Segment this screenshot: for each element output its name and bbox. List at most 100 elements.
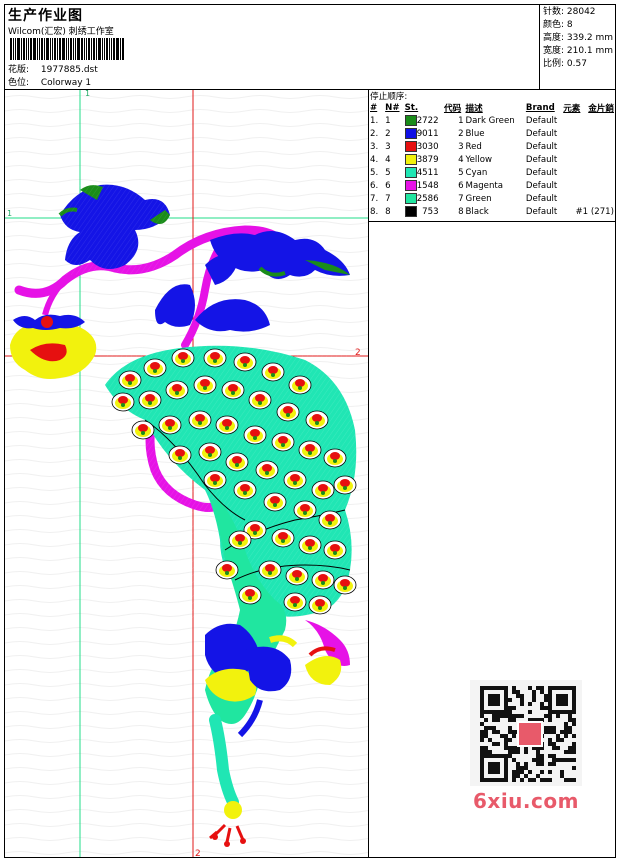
guide-label-v1: 1 <box>85 90 90 98</box>
stitch-count-value: 2586 <box>416 194 439 204</box>
color-row[interactable]: 3. 3 3030 3 Red Default <box>368 140 614 153</box>
color-row[interactable]: 2. 2 9011 2 Blue Default <box>368 127 614 140</box>
color-row[interactable]: 8. 8 753 8 Black Default #1 (271) <box>368 205 614 218</box>
header-info: 生产作业图 Wilcom(汇宏) 刺绣工作室 花版: 1977885.dst 色… <box>4 4 540 89</box>
feather-eye <box>323 540 347 560</box>
color-row[interactable]: 4. 4 3879 4 Yellow Default <box>368 153 614 166</box>
feather-eye <box>215 560 239 580</box>
row-stitches: 9011 <box>403 127 442 140</box>
row-brand: Default <box>525 167 558 178</box>
row-brand: Default <box>525 115 558 126</box>
col-hash: # <box>370 102 378 113</box>
colorway-value: Colorway 1 <box>40 78 92 88</box>
row-index: 5. <box>370 167 379 178</box>
row-element: #1 (271) <box>575 206 614 217</box>
row-brand: Default <box>525 206 558 217</box>
color-row[interactable]: 6. 6 1548 6 Magenta Default <box>368 179 614 192</box>
row-brand: Default <box>525 180 558 191</box>
row-element <box>561 140 614 153</box>
row-needle: 6 <box>385 180 391 191</box>
feather-eye <box>171 348 195 368</box>
feather-eye <box>255 460 279 480</box>
color-swatch <box>404 206 417 217</box>
col-code: 代码 <box>443 103 462 114</box>
feather-eye <box>308 595 332 615</box>
row-description: Red <box>465 141 482 152</box>
row-element <box>561 192 614 205</box>
color-swatch <box>404 193 417 204</box>
row-code: 7 <box>458 193 464 204</box>
col-sequin: 金片銷 <box>588 103 614 114</box>
row-index: 7. <box>370 193 379 204</box>
row-index: 8. <box>370 206 379 217</box>
color-sequence-table: # N# St. 代码 描述 Brand 元素 金片銷 1. 1 2722 1 Dark… <box>368 101 614 218</box>
feather-eye <box>258 560 282 580</box>
feather-eye <box>333 575 357 595</box>
color-row[interactable]: 1. 1 2722 1 Dark Green Default <box>368 114 614 127</box>
feather-eye <box>248 390 272 410</box>
design-height: 高度: 339.2 mm <box>543 33 614 43</box>
row-index: 1. <box>370 115 379 126</box>
barcode <box>10 38 144 60</box>
row-code: 1 <box>458 115 464 126</box>
row-element <box>561 127 614 140</box>
design-stats: 针数: 28042 颜色: 8 高度: 339.2 mm 宽度: 210.1 m… <box>540 4 616 89</box>
row-stitches: 1548 <box>403 179 442 192</box>
row-brand: Default <box>525 141 558 152</box>
col-description: 描述 <box>465 103 483 114</box>
design-file-row: 花版: 1977885.dst <box>8 62 98 75</box>
stitch-count-value: 2722 <box>416 116 439 126</box>
row-description: Green <box>465 193 492 204</box>
design-scale: 比例: 0.57 <box>543 59 587 69</box>
design-file-label: 花版: <box>8 65 30 75</box>
row-code: 8 <box>458 206 464 217</box>
row-description: Dark Green <box>465 115 515 126</box>
report-title: 生产作业图 <box>8 8 83 24</box>
row-element <box>561 114 614 127</box>
color-row[interactable]: 5. 5 4511 5 Cyan Default <box>368 166 614 179</box>
row-stitches: 4511 <box>403 166 442 179</box>
feather-eye <box>138 390 162 410</box>
feather-eye <box>333 475 357 495</box>
feather-eye <box>263 492 287 512</box>
feather-eye <box>215 415 239 435</box>
stitch-count-value: 3030 <box>416 142 439 152</box>
design-width: 宽度: 210.1 mm <box>543 46 614 56</box>
row-brand: Default <box>525 154 558 165</box>
design-preview[interactable]: 1 1 2 2 <box>5 90 369 857</box>
feather-eye <box>276 402 300 422</box>
row-element <box>561 153 614 166</box>
feather-eye <box>323 448 347 468</box>
row-element <box>561 179 614 192</box>
feather-eye <box>288 375 312 395</box>
feather-eye <box>228 530 252 550</box>
feather-eye <box>271 528 295 548</box>
colorway-label: 色位: <box>8 78 30 88</box>
row-code: 2 <box>458 128 464 139</box>
row-index: 4. <box>370 154 379 165</box>
row-code: 4 <box>458 154 464 165</box>
color-swatch <box>404 154 417 165</box>
color-row[interactable]: 7. 7 2586 7 Green Default <box>368 192 614 205</box>
row-code: 3 <box>458 141 464 152</box>
feather-eye <box>158 415 182 435</box>
feather-eye <box>311 480 335 500</box>
stitch-count-value: 3879 <box>416 155 439 165</box>
feather-eye <box>193 375 217 395</box>
row-stitches: 753 <box>403 205 442 218</box>
feather-eye <box>283 470 307 490</box>
feather-eye <box>283 592 307 612</box>
feather-eye <box>221 380 245 400</box>
feather-eye <box>238 585 262 605</box>
feather-eye <box>285 566 309 586</box>
feather-eye <box>203 470 227 490</box>
color-swatch <box>404 115 417 126</box>
stitch-count-value: 4511 <box>416 168 439 178</box>
stitch-count-value: 753 <box>422 207 439 217</box>
row-stitches: 3879 <box>403 153 442 166</box>
color-swatch <box>404 128 417 139</box>
stop-sequence-panel: 停止顺序: # N# St. 代码 描述 Brand 元素 金片銷 1. 1 272… <box>368 90 615 222</box>
row-needle: 5 <box>385 167 391 178</box>
row-description: Magenta <box>465 180 504 191</box>
color-swatch <box>404 180 417 191</box>
